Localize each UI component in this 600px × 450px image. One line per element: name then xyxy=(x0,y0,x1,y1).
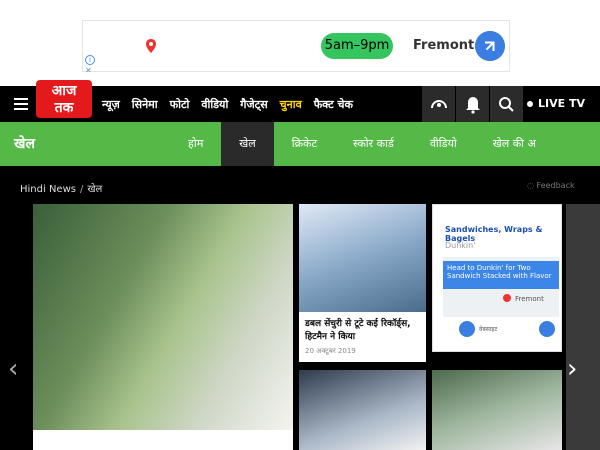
map-pin-icon xyxy=(146,39,156,53)
news-card[interactable]: डबल सेंचुरी से टूटे कई रिकॉर्ड्स, हिटमैन… xyxy=(299,204,426,362)
news-card-date: 20 अक्टूबर 2019 xyxy=(305,347,356,355)
nav-item-election[interactable]: चुनाव xyxy=(280,97,302,112)
notifications-button[interactable] xyxy=(455,86,489,122)
tab-sports[interactable]: खेल xyxy=(221,122,274,166)
hero-image xyxy=(33,204,293,430)
ad-card-map-city: Fremont xyxy=(515,295,544,303)
ad-city: Fremont xyxy=(413,38,475,53)
tab-video[interactable]: वीडियो xyxy=(412,122,475,166)
breadcrumb: Hindi News / खेल xyxy=(20,181,102,195)
carousel-prev-icon[interactable]: ‹ xyxy=(8,354,18,384)
feedback-link[interactable]: ◌ Feedback xyxy=(527,181,575,190)
breadcrumb-current: खेल xyxy=(87,184,103,195)
nav-item-video[interactable]: वीडियो xyxy=(201,97,228,112)
logo-line2: तक xyxy=(54,100,74,116)
logo-line1: आज xyxy=(51,83,77,99)
nav-item-news[interactable]: न्यूज़ xyxy=(102,97,120,112)
ad-card-website-label: वेबसाइट xyxy=(479,326,498,333)
news-card-image xyxy=(299,204,426,312)
nav-item-fact-check[interactable]: फैक्ट चेक xyxy=(314,97,353,112)
globe-icon[interactable] xyxy=(459,321,475,337)
bell-icon xyxy=(466,97,480,114)
ad-banner[interactable]: i ✕ 5am–9pm Fremont xyxy=(0,0,600,86)
news-card-title: डबल सेंचुरी से टूटे कई रिकॉर्ड्स, हिटमैन… xyxy=(305,319,411,342)
nav-item-photo[interactable]: फोटो xyxy=(170,97,190,112)
ad-card-banner: Head to Dunkin' for Two Sandwich Stacked… xyxy=(443,261,559,289)
breadcrumb-root[interactable]: Hindi News xyxy=(20,184,76,195)
section-tabs: होम खेल क्रिकेट स्कोर कार्ड वीडियो खेल क… xyxy=(170,122,554,166)
ad-hours-badge: 5am–9pm xyxy=(321,33,393,59)
podcast-icon xyxy=(431,100,447,109)
carousel-next-icon[interactable]: › xyxy=(567,354,577,384)
live-dot-icon xyxy=(527,101,533,107)
site-logo[interactable]: आज तक xyxy=(36,80,92,118)
hero-caption xyxy=(33,430,293,450)
menu-icon[interactable] xyxy=(14,98,28,110)
nav-items: न्यूज़ सिनेमा फोटो वीडियो गैजेट्स चुनाव … xyxy=(102,86,365,122)
map-pin-icon xyxy=(503,294,511,302)
breadcrumb-separator: / xyxy=(79,184,84,195)
feedback-icon: ◌ xyxy=(527,181,537,190)
ad-card[interactable]: Sandwiches, Wraps & Bagels Dunkin' Head … xyxy=(432,204,562,352)
search-icon xyxy=(499,97,514,112)
directions-icon[interactable] xyxy=(539,321,555,337)
feedback-label: Feedback xyxy=(536,181,575,190)
partial-card[interactable] xyxy=(566,204,600,450)
ad-box[interactable]: i ✕ 5am–9pm Fremont xyxy=(82,20,510,75)
info-icon[interactable]: i xyxy=(85,55,95,65)
news-card-image-2[interactable] xyxy=(299,370,426,450)
nav-item-cinema[interactable]: सिनेमा xyxy=(132,97,158,112)
ad-card-brand: Dunkin' xyxy=(445,241,476,250)
tab-scorecard[interactable]: स्कोर कार्ड xyxy=(335,122,412,166)
directions-icon[interactable] xyxy=(475,31,505,61)
search-button[interactable] xyxy=(489,86,523,122)
hero-card[interactable] xyxy=(33,204,293,450)
ad-card-map: Head to Dunkin' for Two Sandwich Stacked… xyxy=(443,257,559,317)
live-tv-label: LIVE TV xyxy=(538,97,585,110)
tab-more[interactable]: खेल की अ xyxy=(475,122,554,166)
nav-item-gadgets[interactable]: गैजेट्स xyxy=(240,97,267,112)
live-tv-button[interactable]: LIVE TV xyxy=(520,86,592,122)
tab-cricket[interactable]: क्रिकेट xyxy=(274,122,335,166)
section-title: खेल xyxy=(14,136,35,152)
news-card-image-3[interactable] xyxy=(432,370,562,450)
podcast-button[interactable] xyxy=(421,86,455,122)
close-icon[interactable]: ✕ xyxy=(85,66,92,75)
section-bar: खेल होम खेल क्रिकेट स्कोर कार्ड वीडियो ख… xyxy=(0,122,600,166)
tab-home[interactable]: होम xyxy=(170,122,221,166)
